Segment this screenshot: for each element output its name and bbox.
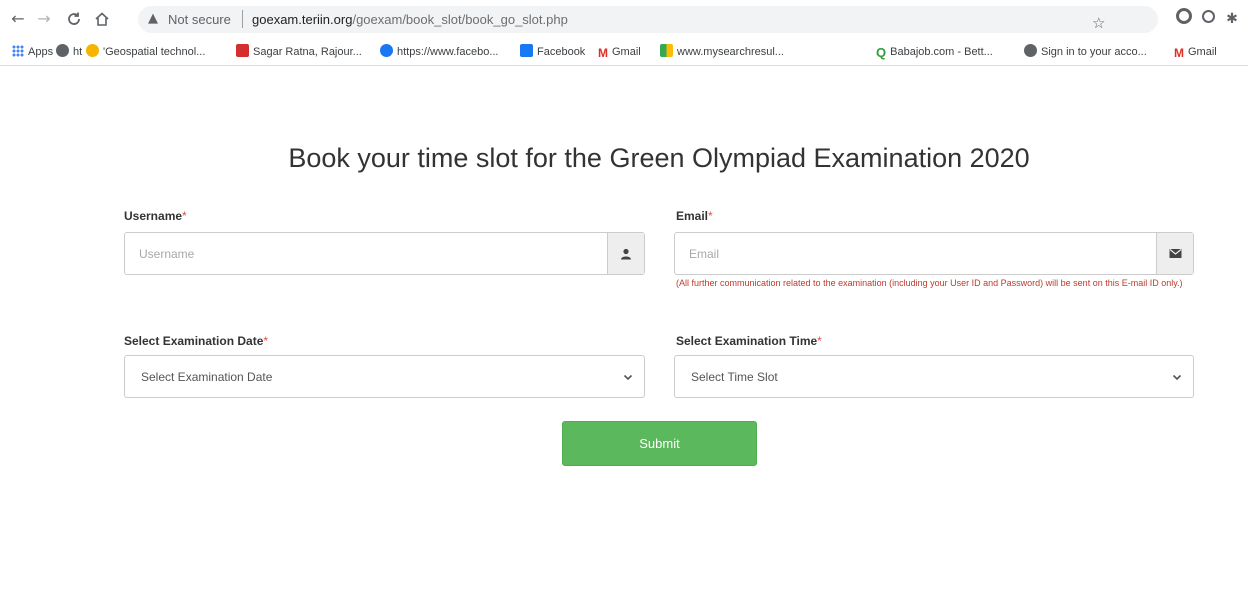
chevron-down-icon (623, 374, 633, 381)
exam-time-label-text: Select Examination Time (676, 334, 818, 348)
bookmark-label: Sign in to your acco... (1041, 46, 1147, 58)
site-favicon-icon (236, 44, 249, 57)
email-help-text: (All further communication related to th… (676, 278, 1183, 288)
required-mark: * (708, 209, 713, 223)
url-text: goexam.teriin.org/goexam/book_slot/book_… (252, 12, 568, 27)
exam-time-label: Select Examination Time* (676, 334, 822, 348)
required-mark: * (182, 209, 187, 223)
reload-icon[interactable] (64, 9, 84, 29)
bookmark-label: Facebook (537, 46, 586, 58)
required-mark: * (263, 334, 269, 348)
address-bar[interactable]: ▲ Not secure goexam.teriin.org/goexam/bo… (138, 6, 1158, 33)
email-input-group (674, 232, 1194, 275)
bookmark-item[interactable]: https://www.facebo... (380, 43, 499, 61)
bookmark-item[interactable]: Sagar Ratna, Rajour... (236, 43, 362, 61)
bookmark-label: https://www.facebo... (397, 46, 499, 58)
email-input[interactable] (675, 233, 1156, 274)
bookmark-label: ht (73, 46, 83, 58)
bookmark-label: Sagar Ratna, Rajour... (253, 46, 362, 58)
submit-button[interactable]: Submit (562, 421, 757, 466)
babajob-icon: Q (876, 45, 887, 60)
globe-icon (56, 44, 69, 57)
exam-date-selected: Select Examination Date (141, 370, 273, 384)
bookmarks-bar: Apps ht 'Geospatial technol... Sagar Rat… (0, 38, 1248, 66)
security-status: Not secure (168, 12, 231, 27)
apps-grid-icon (12, 45, 24, 57)
user-icon (607, 233, 644, 274)
extensions-puzzle-icon[interactable]: ✱ (1222, 9, 1242, 29)
exam-date-label-text: Select Examination Date (124, 334, 264, 348)
email-label-text: Email (676, 209, 709, 223)
home-icon[interactable] (92, 9, 112, 29)
url-separator (242, 10, 243, 28)
back-arrow-icon[interactable]: ← (8, 9, 28, 29)
bookmark-item[interactable]: ht (56, 43, 82, 61)
bookmark-star-icon[interactable]: ☆ (1092, 14, 1105, 32)
bookmark-item[interactable]: M Gmail (598, 43, 641, 61)
username-label-text: Username (124, 209, 183, 223)
site-favicon-icon (660, 44, 673, 57)
site-favicon-icon (86, 44, 99, 57)
exam-date-select[interactable]: Select Examination Date (124, 355, 645, 398)
email-label: Email* (676, 209, 713, 223)
bookmark-label: 'Geospatial technol... (103, 46, 206, 58)
envelope-icon (1156, 233, 1193, 274)
bookmark-item[interactable]: Q Babajob.com - Bett... (876, 43, 993, 61)
chevron-down-icon (1172, 374, 1182, 381)
url-path: /goexam/book_slot/book_go_slot.php (352, 12, 568, 27)
browser-toolbar: ← → ▲ Not secure goexam.teriin.org/goexa… (0, 0, 1248, 38)
extension-icon[interactable] (1202, 10, 1215, 23)
extension-icon[interactable] (1176, 8, 1192, 24)
bookmark-item[interactable]: Sign in to your acco... (1024, 43, 1147, 61)
bookmark-label: www.mysearchresul... (677, 46, 784, 58)
bookmark-label: Gmail (612, 46, 641, 58)
url-host: goexam.teriin.org (252, 12, 353, 27)
gmail-icon: M (598, 46, 608, 60)
bookmark-item[interactable]: www.mysearchresul... (660, 43, 784, 61)
username-input[interactable] (125, 233, 607, 274)
bookmark-apps[interactable]: Apps (12, 43, 53, 61)
facebook-icon (520, 44, 533, 57)
bookmark-item[interactable]: Facebook (520, 43, 585, 61)
bookmark-item[interactable]: 'Geospatial technol... (86, 43, 205, 61)
exam-time-select[interactable]: Select Time Slot (674, 355, 1194, 398)
exam-time-selected: Select Time Slot (691, 370, 778, 384)
gmail-icon: M (1174, 46, 1184, 60)
bookmark-label: Apps (28, 46, 54, 58)
page-title: Book your time slot for the Green Olympi… (288, 143, 1030, 173)
username-input-group (124, 232, 645, 275)
facebook-icon (380, 44, 393, 57)
forward-arrow-icon[interactable]: → (34, 9, 54, 29)
bookmark-label: Babajob.com - Bett... (890, 46, 993, 58)
globe-icon (1024, 44, 1037, 57)
exam-date-label: Select Examination Date* (124, 334, 268, 348)
required-mark: * (817, 334, 822, 348)
bookmark-item[interactable]: M Gmail (1174, 43, 1217, 61)
warning-icon: ▲ (148, 11, 158, 26)
bookmark-label: Gmail (1188, 46, 1217, 58)
username-label: Username* (124, 209, 187, 223)
